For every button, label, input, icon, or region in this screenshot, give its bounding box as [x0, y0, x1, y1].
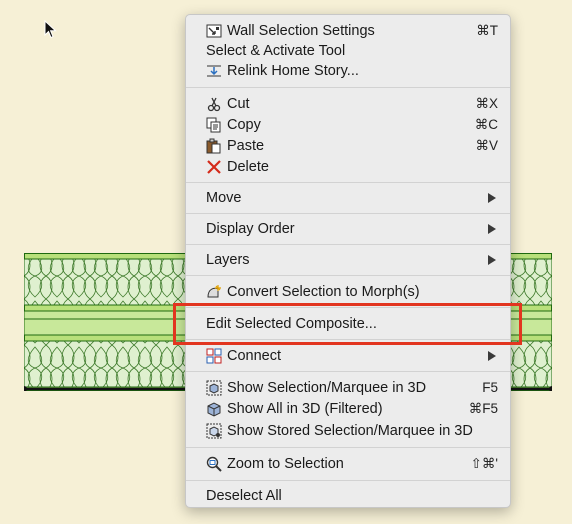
menu-item-label: Zoom to Selection — [227, 456, 344, 472]
menu-item-shortcut: F5 — [482, 380, 498, 395]
submenu-arrow-icon — [488, 224, 496, 234]
menu-item-label: Wall Selection Settings — [227, 23, 375, 39]
copy-icon — [206, 117, 221, 133]
menu-item-label: Select & Activate Tool — [206, 43, 346, 59]
menu-item-layers[interactable]: Layers — [186, 250, 510, 270]
menu-item-shortcut: ⌘C — [474, 117, 498, 132]
menu-item-display-order[interactable]: Display Order — [186, 219, 510, 239]
menu-item-label: Show All in 3D (Filtered) — [227, 401, 383, 417]
menu-item-shortcut: ⌘X — [475, 96, 498, 111]
menu-item-show-stored-3d[interactable]: Show Stored Selection/Marquee in 3D — [186, 421, 510, 441]
menu-item-label: Paste — [227, 138, 265, 154]
submenu-arrow-icon — [488, 351, 496, 361]
menu-item-label: Show Stored Selection/Marquee in 3D — [227, 423, 473, 439]
delete-x-icon — [207, 160, 221, 174]
menu-item-relink-home-story[interactable]: Relink Home Story... — [186, 61, 510, 81]
menu-item-label: Move — [206, 190, 242, 206]
context-menu: Wall Selection Settings ⌘T Select & Acti… — [185, 14, 511, 508]
connect-icon — [206, 348, 222, 364]
menu-item-shortcut: ⌘T — [476, 23, 498, 38]
relink-story-icon — [207, 65, 221, 77]
menu-item-delete[interactable]: Delete — [186, 157, 510, 177]
menu-item-label: Cut — [227, 96, 250, 112]
mouse-pointer-icon — [44, 20, 57, 39]
menu-item-copy[interactable]: Copy ⌘C — [186, 115, 510, 135]
menu-item-label: Layers — [206, 252, 250, 268]
cube-stored-icon — [206, 423, 222, 439]
menu-item-show-selection-3d[interactable]: Show Selection/Marquee in 3D F5 — [186, 378, 510, 398]
menu-separator — [186, 87, 510, 88]
menu-separator — [186, 275, 510, 276]
menu-item-select-activate-tool[interactable]: Select & Activate Tool — [186, 41, 510, 61]
zoom-icon — [206, 456, 222, 472]
menu-item-convert-to-morph[interactable]: Convert Selection to Morph(s) — [186, 282, 510, 302]
menu-item-label: Convert Selection to Morph(s) — [227, 284, 420, 300]
submenu-arrow-icon — [488, 193, 496, 203]
menu-item-deselect-all[interactable]: Deselect All — [186, 486, 510, 506]
menu-item-wall-selection-settings[interactable]: Wall Selection Settings ⌘T — [186, 21, 510, 41]
cube-icon — [207, 402, 221, 417]
menu-item-label: Copy — [227, 117, 261, 133]
menu-item-shortcut: ⇧⌘' — [470, 456, 498, 471]
menu-item-move[interactable]: Move — [186, 188, 510, 208]
menu-item-zoom-to-selection[interactable]: Zoom to Selection ⇧⌘' — [186, 454, 510, 474]
menu-item-cut[interactable]: Cut ⌘X — [186, 94, 510, 114]
menu-item-shortcut: ⌘V — [475, 138, 498, 153]
menu-item-shortcut: ⌘F5 — [468, 401, 498, 416]
menu-item-label: Show Selection/Marquee in 3D — [227, 380, 427, 396]
menu-item-label: Delete — [227, 159, 269, 175]
menu-separator — [186, 480, 510, 481]
scissors-icon — [207, 97, 221, 112]
cube-selection-icon — [206, 380, 222, 396]
menu-item-paste[interactable]: Paste ⌘V — [186, 136, 510, 156]
menu-item-connect[interactable]: Connect — [186, 346, 510, 366]
menu-item-label: Display Order — [206, 221, 295, 237]
menu-separator — [186, 371, 510, 372]
menu-item-label: Relink Home Story... — [227, 63, 359, 79]
annotation-highlight-box — [173, 303, 522, 345]
menu-separator — [186, 213, 510, 214]
menu-item-label: Deselect All — [206, 488, 282, 504]
menu-separator — [186, 244, 510, 245]
menu-separator — [186, 447, 510, 448]
menu-item-show-all-3d[interactable]: Show All in 3D (Filtered) ⌘F5 — [186, 399, 510, 419]
paste-icon — [206, 138, 221, 154]
menu-separator — [186, 182, 510, 183]
submenu-arrow-icon — [488, 255, 496, 265]
morph-icon — [207, 285, 221, 298]
wall-settings-icon — [206, 24, 222, 38]
menu-item-label: Connect — [227, 348, 282, 364]
